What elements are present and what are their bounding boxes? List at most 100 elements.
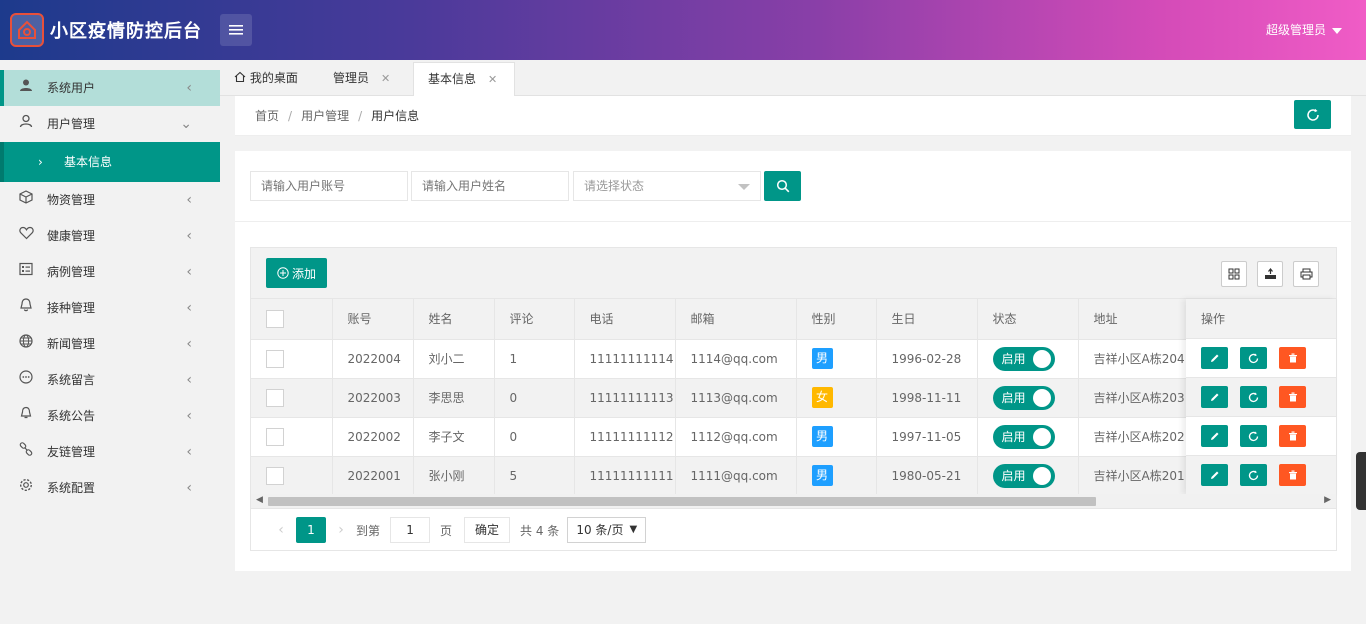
sidebar-item-news[interactable]: 新闻管理 ‹ [0,326,220,362]
notice-icon [18,398,34,434]
delete-button[interactable] [1279,386,1306,408]
reset-button[interactable] [1240,425,1267,447]
user-menu[interactable]: 超级管理员 [1266,21,1342,38]
export-button[interactable] [1257,261,1283,287]
column-header[interactable]: 电话 [574,299,676,340]
print-button[interactable] [1293,261,1319,287]
sidebar-item-user-management[interactable]: 用户管理 ⌄ [0,106,220,142]
row-checkbox[interactable] [266,427,284,446]
sidebar-item-supplies[interactable]: 物资管理 ‹ [0,182,220,218]
close-icon[interactable]: ✕ [381,72,390,85]
delete-button[interactable] [1279,347,1306,369]
sidebar-item-announcements[interactable]: 系统公告 ‹ [0,398,220,434]
goto-page-input[interactable]: 1 [390,517,431,543]
tab-label: 基本信息 [428,72,477,86]
column-header[interactable]: 性别 [796,299,877,340]
scroll-right-icon[interactable]: ▶ [1324,495,1331,505]
prev-page-icon[interactable]: ‹ [266,522,296,538]
sidebar-item-vaccination[interactable]: 接种管理 ‹ [0,290,220,326]
delete-button[interactable] [1279,464,1306,486]
status-toggle[interactable]: 启用 [992,463,1055,488]
sidebar-item-health[interactable]: 健康管理 ‹ [0,218,220,254]
sidebar-item-messages[interactable]: 系统留言 ‹ [0,362,220,398]
table-row[interactable]: 2022001 张小刚 5 11111111111 1111@qq.com 男 … [251,456,1337,496]
chevron-left-icon: ‹ [186,80,192,96]
sidebar-item-system-users[interactable]: 系统用户 ‹ [0,70,220,106]
row-actions [1186,339,1336,378]
divider [235,221,1351,222]
select-all-checkbox[interactable] [266,309,284,328]
sidebar-item-links[interactable]: 友链管理 ‹ [0,434,220,470]
sidebar-item-label: 病例管理 [47,265,96,279]
pencil-icon [1210,432,1218,440]
sidebar-item-label: 新闻管理 [47,337,96,351]
edit-button[interactable] [1201,425,1228,447]
confirm-page-button[interactable]: 确定 [464,517,511,543]
account-search-input[interactable] [250,171,408,201]
column-header[interactable]: 生日 [876,299,978,340]
sex-badge: 男 [811,426,833,447]
chevron-down-icon: ▼ [629,524,638,535]
tab-my-desktop[interactable]: 我的桌面 [220,62,318,96]
status-cell: 启用 [977,456,1079,496]
edit-button[interactable] [1201,464,1228,486]
row-select-cell [251,417,333,457]
page-size-select[interactable]: 10 条/页 ▼ [567,517,647,543]
table-row[interactable]: 2022003 李思思 0 11111111113 1113@qq.com 女 … [251,378,1337,418]
table-row[interactable]: 2022004 刘小二 1 11111111114 1114@qq.com 男 … [251,339,1337,379]
table-row[interactable]: 2022002 李子文 0 11111111112 1112@qq.com 男 … [251,417,1337,457]
breadcrumb-section[interactable]: 用户管理 [301,109,349,123]
scroll-left-icon[interactable]: ◀ [256,495,263,505]
status-toggle-label: 启用 [1001,468,1026,483]
tab-label: 我的桌面 [249,71,298,85]
breadcrumb-home[interactable]: 首页 [255,109,279,123]
edit-button[interactable] [1201,386,1228,408]
row-checkbox[interactable] [266,466,284,485]
message-icon [18,362,34,398]
status-select[interactable]: 请选择状态 [573,171,761,201]
sidebar-item-cases[interactable]: 病例管理 ‹ [0,254,220,290]
search-button[interactable] [764,171,801,201]
reset-button[interactable] [1240,386,1267,408]
name-search-input[interactable] [411,171,569,201]
column-header[interactable]: 邮箱 [675,299,797,340]
trash-icon [1288,431,1297,441]
reset-button[interactable] [1240,347,1267,369]
sidebar-item-label: 健康管理 [47,229,96,243]
chevron-left-icon: ‹ [186,300,192,316]
status-toggle[interactable]: 启用 [992,346,1055,371]
refresh-page-button[interactable] [1294,100,1331,129]
address-cell: 吉祥小区A栋204 [1078,339,1188,379]
sidebar-subitem-basic-info[interactable]: › 基本信息 [0,142,220,182]
reset-button[interactable] [1240,464,1267,486]
columns-filter-button[interactable] [1221,261,1247,287]
column-header[interactable]: 地址 [1078,299,1188,340]
status-toggle[interactable]: 启用 [992,424,1055,449]
caret-down-icon [738,184,750,190]
row-checkbox[interactable] [266,388,284,407]
row-checkbox[interactable] [266,349,284,368]
column-header[interactable]: 姓名 [413,299,495,340]
column-header[interactable]: 评论 [494,299,575,340]
horizontal-scrollbar[interactable]: ◀ ▶ [251,494,1336,509]
trash-icon [1288,392,1297,402]
column-header[interactable]: 状态 [977,299,1079,340]
side-widget[interactable] [1356,452,1366,510]
column-header: 操作 [1186,299,1336,339]
tab-basic-info[interactable]: 基本信息 ✕ [413,62,515,96]
current-page-button[interactable]: 1 [296,517,326,543]
next-page-icon[interactable]: › [326,522,356,538]
menu-toggle-button[interactable] [220,14,252,46]
tab-admin[interactable]: 管理员 ✕ [319,62,414,96]
delete-button[interactable] [1279,425,1306,447]
column-header[interactable]: 账号 [332,299,414,340]
status-toggle[interactable]: 启用 [992,385,1055,410]
close-icon[interactable]: ✕ [488,73,497,86]
home-logo-icon[interactable] [10,13,44,47]
scrollbar-thumb[interactable] [268,497,1096,506]
add-button[interactable]: 添加 [266,258,327,288]
sidebar-item-label: 系统留言 [47,373,96,387]
edit-button[interactable] [1201,347,1228,369]
phone-cell: 11111111113 [574,378,676,418]
sidebar-item-settings[interactable]: 系统配置 ‹ [0,470,220,506]
